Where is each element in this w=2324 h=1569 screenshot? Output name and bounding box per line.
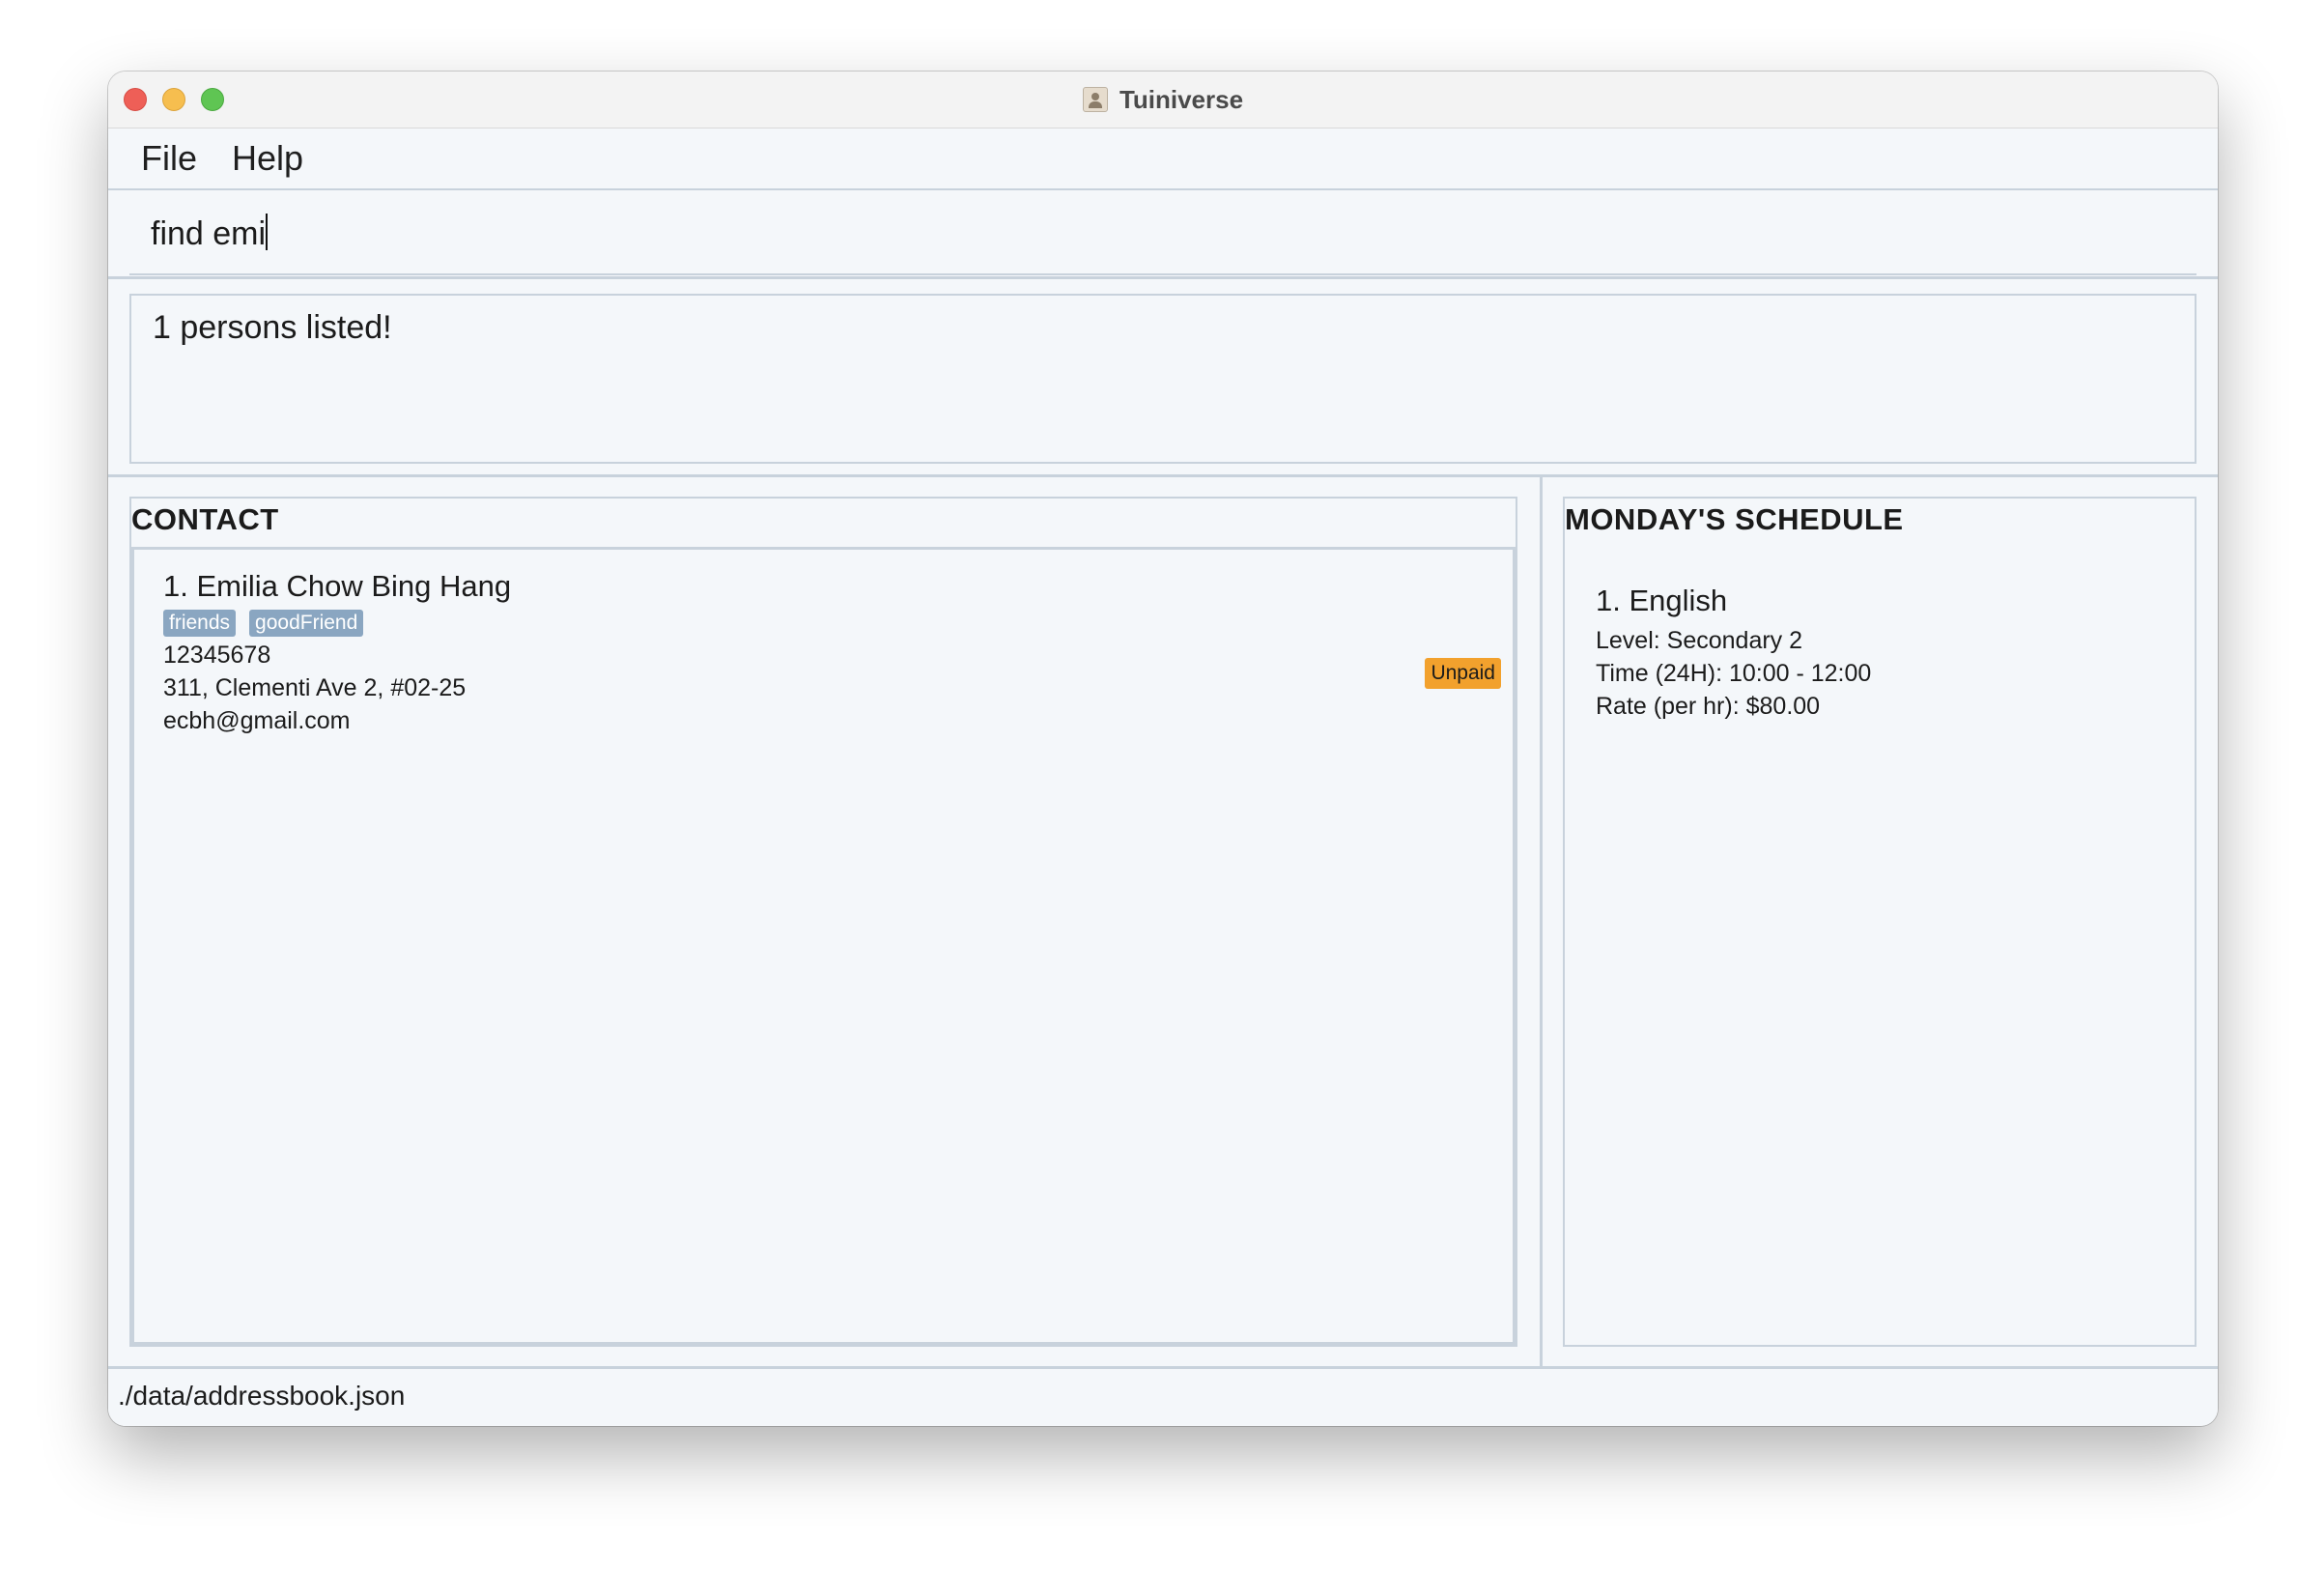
command-text-wrapper: find emi: [151, 214, 269, 253]
lesson-time: Time (24H): 10:00 - 12:00: [1596, 660, 1872, 687]
lesson-name: 1. English: [1596, 584, 1728, 617]
person-name: 1. Emilia Chow Bing Hang: [163, 569, 512, 603]
section-divider: [108, 474, 2218, 477]
schedule-panel[interactable]: MONDAY'S SCHEDULE 1. English Level: Seco…: [1563, 497, 2196, 1347]
contact-list[interactable]: 1. Emilia Chow Bing Hang friends goodFri…: [131, 547, 1516, 1345]
lesson-rate: Rate (per hr): $80.00: [1596, 693, 1821, 720]
tag: friends: [163, 610, 237, 637]
person-card[interactable]: 1. Emilia Chow Bing Hang friends goodFri…: [163, 569, 1513, 737]
text-caret: [266, 214, 269, 250]
app-icon: [1082, 87, 1108, 112]
menu-bar: File Help: [108, 128, 2218, 190]
schedule-entry[interactable]: 1. English Level: Secondary 2 Time (24H)…: [1596, 584, 1871, 723]
command-input[interactable]: find emi: [129, 190, 2196, 275]
person-address: 311, Clementi Ave 2, #02-25: [163, 674, 467, 701]
menu-file[interactable]: File: [141, 138, 197, 179]
result-message: 1 persons listed!: [153, 309, 392, 346]
command-box: find emi: [108, 190, 2218, 279]
status-bar: ./data/addressbook.json: [108, 1366, 2218, 1426]
lesson-level: Level: Secondary 2: [1596, 627, 1803, 654]
result-display[interactable]: 1 persons listed!: [129, 294, 2196, 464]
schedule-heading: MONDAY'S SCHEDULE: [1565, 502, 1904, 536]
contact-heading: CONTACT: [131, 502, 279, 536]
payment-status-badge: Unpaid: [1425, 658, 1501, 689]
panel-divider[interactable]: [1540, 477, 1543, 1366]
person-phone: 12345678: [163, 642, 271, 669]
person-email: ecbh@gmail.com: [163, 707, 351, 734]
contact-panel: CONTACT 1. Emilia Chow Bing Hang friends…: [129, 497, 1517, 1347]
window-title: Tuiniverse: [1119, 84, 1244, 114]
window-title-group: Tuiniverse: [108, 71, 2218, 128]
tag: goodFriend: [249, 610, 364, 637]
person-tags: friends goodFriend: [163, 610, 1513, 637]
menu-help[interactable]: Help: [232, 138, 303, 179]
save-file-path: ./data/addressbook.json: [118, 1381, 406, 1411]
app-window: Tuiniverse File Help find emi 1 persons …: [108, 71, 2218, 1426]
command-text: find emi: [151, 215, 267, 252]
title-bar: Tuiniverse: [108, 71, 2218, 128]
